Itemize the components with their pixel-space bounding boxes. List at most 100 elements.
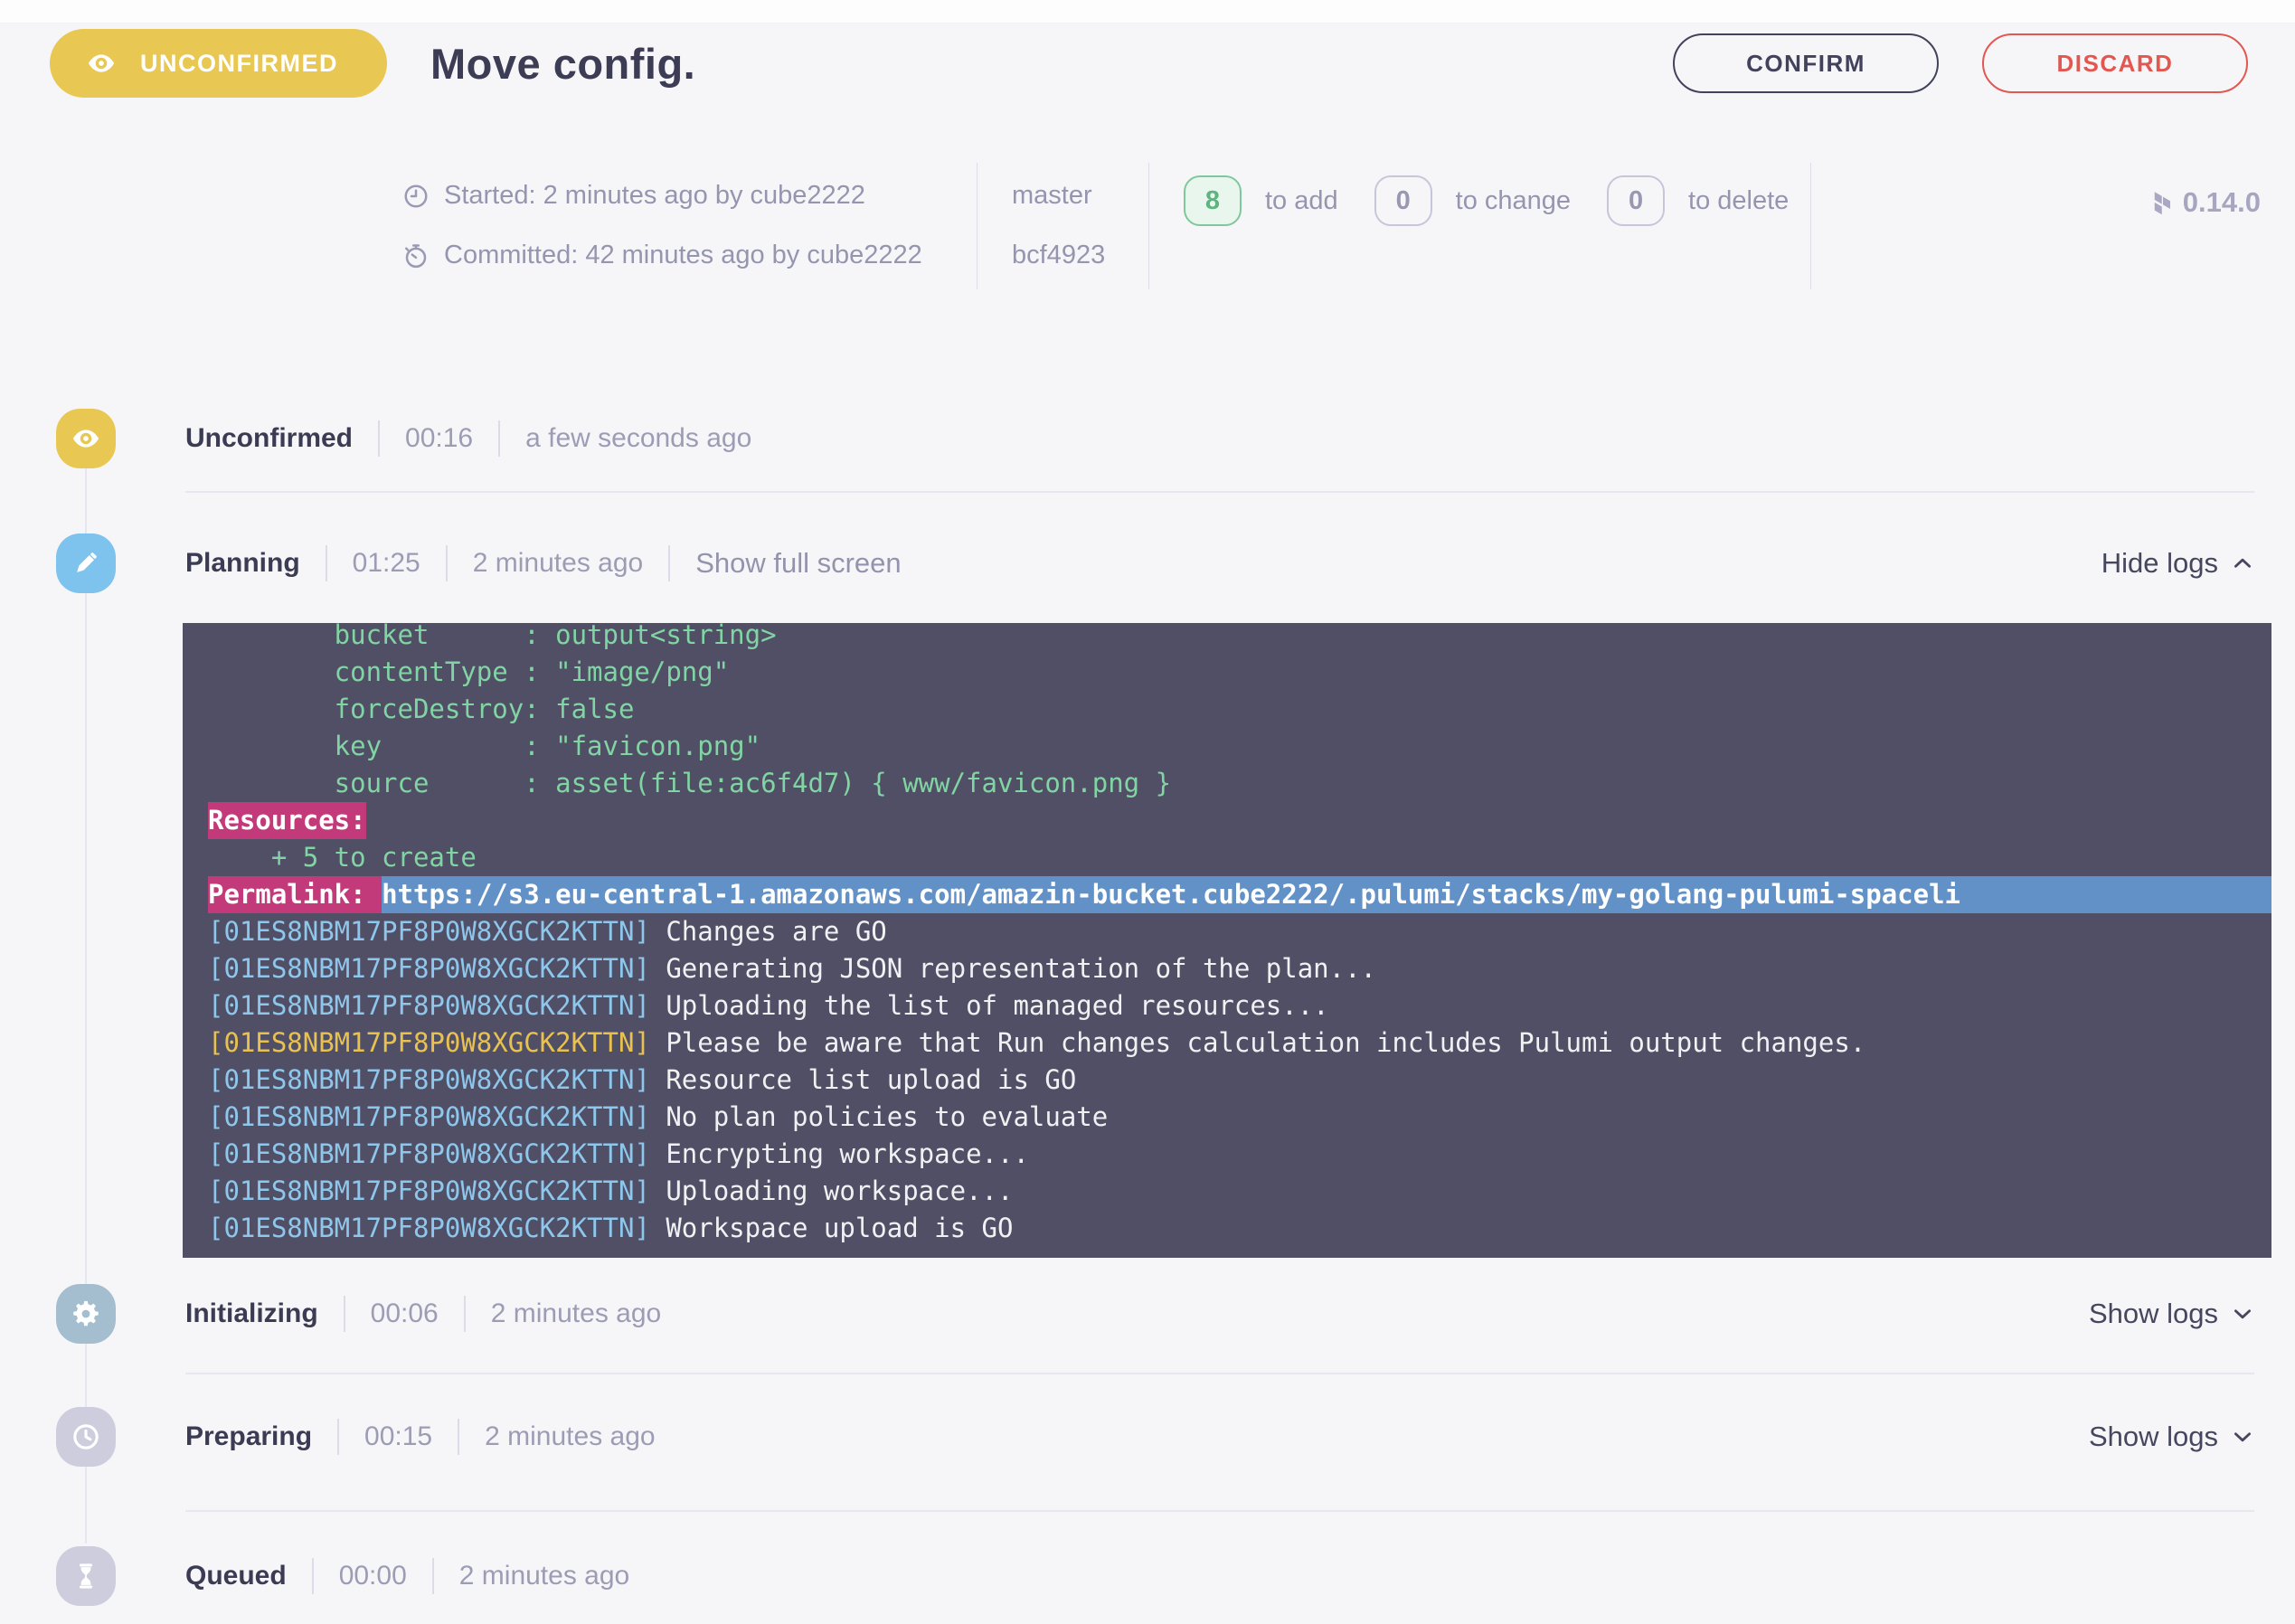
stage-duration: 00:15	[364, 1421, 433, 1451]
hourglass-icon	[79, 1563, 93, 1589]
divider	[185, 1373, 2254, 1374]
separator	[431, 1558, 434, 1594]
stage-unconfirmed: Unconfirmed 00:16 a few seconds ago	[0, 409, 2295, 468]
delete-count-label: to delete	[1688, 186, 1790, 215]
terminal-line: [01ES8NBM17PF8P0W8XGCK2KTTN] Resource li…	[208, 1064, 1077, 1095]
top-strip	[0, 0, 2295, 24]
branch-name: master	[1012, 181, 1092, 210]
stage-timestamp: 2 minutes ago	[472, 548, 644, 578]
terminal-log[interactable]: bucket : output<string> contentType : "i…	[183, 623, 2271, 1258]
show-logs-button[interactable]: Show logs	[2089, 1298, 2254, 1330]
separator	[668, 545, 671, 581]
page-title: Move config.	[430, 39, 696, 88]
separator	[445, 545, 448, 581]
add-count-label: to add	[1265, 186, 1338, 215]
version-number: 0.14.0	[2182, 186, 2261, 218]
show-fullscreen-button[interactable]: Show full screen	[695, 547, 901, 580]
stage-timestamp: 2 minutes ago	[458, 1561, 630, 1591]
started-row: Started: 2 minutes ago by cube2222	[402, 181, 977, 211]
confirm-button[interactable]: CONFIRM	[1673, 33, 1939, 93]
status-badge: UNCONFIRMED	[50, 29, 387, 98]
eye-icon	[88, 54, 115, 72]
stage-timestamp: a few seconds ago	[525, 423, 752, 453]
chevron-down-icon	[2234, 1432, 2251, 1442]
separator	[458, 1419, 460, 1455]
status-badge-label: UNCONFIRMED	[140, 49, 338, 77]
chevron-down-icon	[2234, 1309, 2251, 1319]
terminal-line: [01ES8NBM17PF8P0W8XGCK2KTTN] No plan pol…	[208, 1101, 1109, 1132]
add-count-pill: 8	[1184, 175, 1242, 226]
separator	[311, 1558, 314, 1594]
separator	[498, 420, 501, 457]
stage-unconfirmed-icon	[56, 409, 116, 468]
stage-planning: Planning 01:25 2 minutes ago Show full s…	[0, 533, 2295, 593]
change-count-label: to change	[1455, 186, 1572, 215]
stage-duration: 00:00	[338, 1561, 407, 1591]
stage-duration: 00:06	[370, 1298, 439, 1328]
clock-icon	[404, 184, 428, 207]
meta-version: 0.14.0	[1811, 163, 2277, 289]
stage-initializing: Initializing 00:06 2 minutes ago Show lo…	[0, 1284, 2295, 1344]
stage-initializing-icon	[56, 1284, 116, 1344]
committed-text: Committed: 42 minutes ago by cube2222	[444, 241, 922, 269]
commit-sha: bcf4923	[1012, 241, 1106, 269]
committed-row: Committed: 42 minutes ago by cube2222	[402, 241, 977, 270]
terminal-line: forceDestroy: false	[208, 694, 635, 724]
started-text: Started: 2 minutes ago by cube2222	[444, 181, 865, 210]
change-count-pill: 0	[1374, 175, 1432, 226]
run-header: UNCONFIRMED Move config. CONFIRM DISCARD	[0, 29, 2295, 98]
run-meta: Started: 2 minutes ago by cube2222 Commi…	[402, 163, 2277, 289]
divider	[185, 491, 2254, 493]
terminal-line: key : "favicon.png"	[208, 731, 761, 761]
stage-name: Queued	[185, 1561, 287, 1591]
stage-duration: 00:16	[405, 423, 474, 453]
separator	[325, 545, 327, 581]
stage-preparing-icon	[56, 1407, 116, 1467]
pencil-icon	[77, 552, 97, 572]
separator	[463, 1296, 466, 1332]
separator	[337, 1419, 340, 1455]
terminal-line: contentType : "image/png"	[208, 656, 730, 687]
separator	[378, 420, 381, 457]
stage-name: Planning	[185, 548, 300, 578]
timeline-connector	[85, 468, 87, 1544]
terminal-line: [01ES8NBM17PF8P0W8XGCK2KTTN] Encrypting …	[208, 1138, 1029, 1169]
terminal-line: bucket : output<string>	[208, 623, 777, 650]
hide-logs-button[interactable]: Hide logs	[2101, 547, 2254, 580]
stage-queued: Queued 00:00 2 minutes ago	[0, 1546, 2295, 1606]
terminal-line: [01ES8NBM17PF8P0W8XGCK2KTTN] Please be a…	[208, 1027, 1866, 1058]
meta-git: master bcf4923	[978, 163, 1149, 289]
show-logs-button[interactable]: Show logs	[2089, 1421, 2254, 1453]
discard-button[interactable]: DISCARD	[1982, 33, 2248, 93]
stage-name: Preparing	[185, 1421, 313, 1451]
separator	[343, 1296, 345, 1332]
terminal-line: source : asset(file:ac6f4d7) { www/favic…	[208, 768, 1172, 798]
eye-icon	[72, 430, 99, 448]
change-counts: 8 to add 0 to change 0 to delete	[1149, 163, 1811, 289]
delete-count-pill: 0	[1607, 175, 1666, 226]
terminal-line: [01ES8NBM17PF8P0W8XGCK2KTTN] Changes are…	[208, 916, 887, 947]
terminal-line: [01ES8NBM17PF8P0W8XGCK2KTTN] Workspace u…	[208, 1213, 1014, 1243]
divider	[185, 1510, 2254, 1512]
stage-name: Unconfirmed	[185, 423, 354, 453]
terminal-line: + 5 to create	[208, 842, 477, 873]
stage-name: Initializing	[185, 1298, 318, 1328]
terminal-line: Resources:	[208, 802, 2271, 839]
stage-timeline: Unconfirmed 00:16 a few seconds ago Plan…	[0, 409, 2295, 1606]
meta-times: Started: 2 minutes ago by cube2222 Commi…	[402, 163, 978, 289]
stage-timestamp: 2 minutes ago	[490, 1298, 662, 1328]
stage-queued-icon	[56, 1546, 116, 1606]
stage-preparing: Preparing 00:15 2 minutes ago Show logs	[0, 1407, 2295, 1467]
stage-planning-icon	[56, 533, 116, 593]
chevron-up-icon	[2234, 558, 2251, 568]
terminal-line: [01ES8NBM17PF8P0W8XGCK2KTTN] Generating …	[208, 953, 1377, 984]
terminal-line: [01ES8NBM17PF8P0W8XGCK2KTTN] Uploading t…	[208, 990, 1329, 1021]
terminal-lines: bucket : output<string> contentType : "i…	[208, 623, 2271, 1247]
clock-icon	[73, 1424, 99, 1449]
terminal-line: Permalink: https://s3.eu-central-1.amazo…	[208, 876, 2271, 913]
terraform-logo-icon	[2154, 192, 2170, 215]
stage-duration: 01:25	[352, 548, 420, 578]
stopwatch-icon	[405, 243, 427, 268]
gear-icon	[73, 1300, 99, 1327]
stage-timestamp: 2 minutes ago	[485, 1421, 656, 1451]
